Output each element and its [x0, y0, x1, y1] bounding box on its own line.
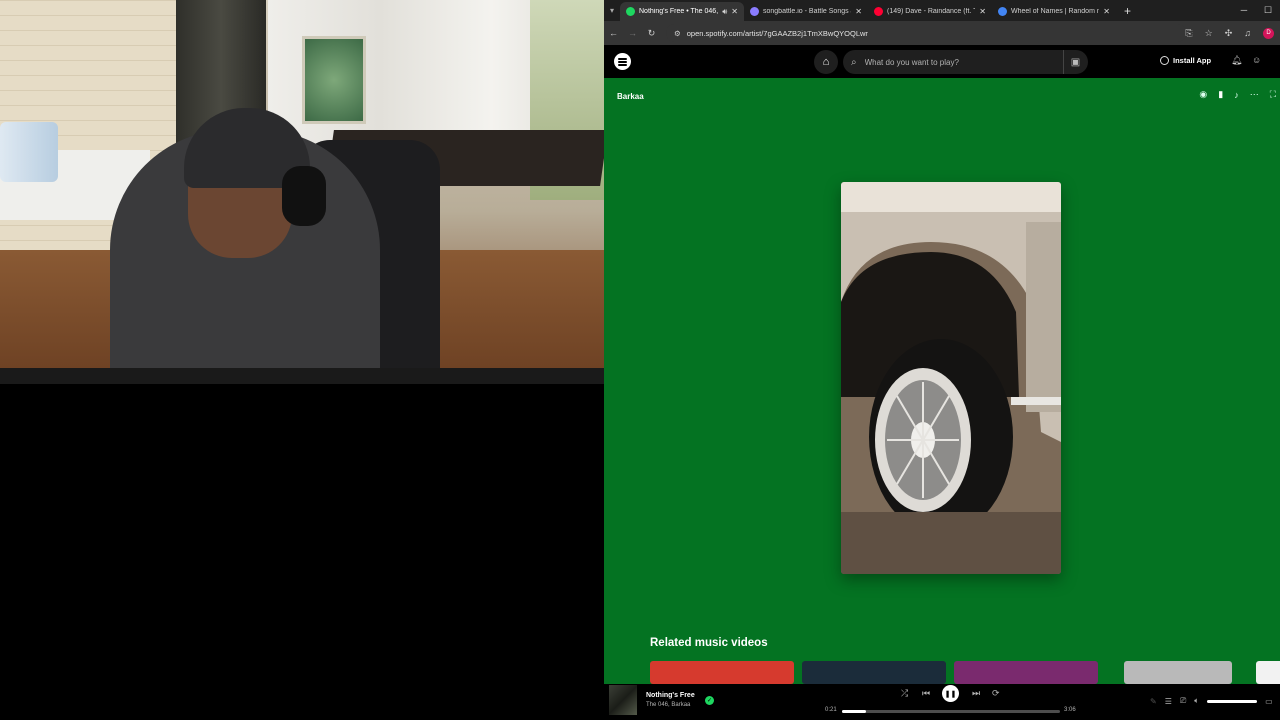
related-video-thumbnail[interactable]	[650, 661, 794, 684]
home-icon[interactable]: ⌂	[814, 50, 838, 74]
previous-icon[interactable]: ⏮︎	[922, 688, 930, 699]
maximize-icon[interactable]: ☐	[1256, 0, 1280, 21]
album-art[interactable]	[609, 685, 637, 715]
bell-icon[interactable]: 🔔︎	[1231, 55, 1242, 66]
tab-title: Nothing's Free • The 046, B	[639, 8, 719, 15]
screen: ▾ Nothing's Free • The 046, B 🔊︎ ✕ songb…	[0, 0, 1280, 720]
tab-title: Wheel of Names | Random nam	[1011, 8, 1100, 15]
next-icon[interactable]: ⏭︎	[972, 688, 980, 699]
search-icon: ⌕	[851, 56, 857, 68]
install-app-icon[interactable]: ⎘	[1185, 28, 1192, 39]
close-tab-icon[interactable]: ✕	[979, 7, 986, 16]
related-video-thumbnail[interactable]	[802, 661, 946, 684]
media-control-icon[interactable]: ♫	[1244, 28, 1251, 38]
tab-spotify[interactable]: Nothing's Free • The 046, B 🔊︎ ✕	[620, 2, 744, 21]
site-info-icon[interactable]: ⚙︎	[674, 29, 681, 38]
canvas-video[interactable]	[841, 182, 1061, 574]
artist-name[interactable]: Barkaa	[617, 92, 644, 101]
spotify-top-bar: ⌂ ⌕ ▣ Install App 🔔︎ ☺	[604, 45, 1280, 78]
plus-icon[interactable]: +	[1116, 4, 1139, 18]
forward-icon[interactable]: →	[623, 28, 642, 38]
lyrics-mic-icon[interactable]: ✎	[1150, 697, 1157, 706]
window-controls: ─ ☐	[1232, 0, 1280, 21]
spotify-logo-icon[interactable]	[614, 53, 631, 70]
browser-window: ▾ Nothing's Free • The 046, B 🔊︎ ✕ songb…	[604, 0, 1280, 720]
extensions-icon[interactable]: ✣	[1225, 28, 1233, 39]
reload-icon[interactable]: ↻	[642, 28, 661, 39]
repeat-icon[interactable]: ⟳	[992, 688, 1000, 699]
extra-controls: ✎ ☰ ⎚ 🔈︎ ▭	[1150, 696, 1273, 706]
url-field[interactable]: ⚙︎ open.spotify.com/artist/7gGAAZB2j1TmX…	[666, 24, 1186, 42]
shuffle-icon[interactable]: ⤮	[901, 688, 908, 699]
address-bar: ← → ↻ ⚙︎ open.spotify.com/artist/7gGAAZB…	[604, 21, 1280, 45]
volume-slider[interactable]	[1207, 699, 1258, 703]
back-icon[interactable]: ←	[604, 28, 623, 38]
toolbar-actions: ⎘ ☆ ✣ ♫ D	[1185, 21, 1274, 45]
tab-search-icon[interactable]: ▾	[604, 0, 620, 21]
fullscreen-icon[interactable]: ⛶	[1270, 89, 1276, 100]
player-bar: Nothing's Free The 046, Barkaa ✓ ⤮ ⏮︎ ❚❚…	[604, 684, 1280, 720]
progress-bar[interactable]	[842, 710, 1060, 713]
related-music-videos-heading: Related music videos	[650, 637, 768, 649]
friend-activity-icon[interactable]: ☺	[1252, 55, 1261, 65]
now-playing-icon[interactable]: ◉	[1199, 89, 1207, 100]
search-input[interactable]	[864, 57, 1045, 67]
lowrider-car-image	[841, 182, 1061, 574]
related-video-thumbnail[interactable]	[954, 661, 1098, 684]
install-app-button[interactable]: Install App	[1160, 56, 1211, 65]
related-videos-row	[650, 661, 1280, 684]
wheel-favicon-icon	[998, 7, 1007, 16]
lyrics-icon[interactable]: ▮	[1218, 89, 1223, 100]
track-title[interactable]: Nothing's Free	[646, 692, 695, 699]
install-app-label: Install App	[1173, 56, 1212, 65]
speaker-icon[interactable]: 🔊︎	[722, 7, 727, 17]
webcam-feed	[0, 0, 604, 384]
queue-icon[interactable]: ☰	[1165, 697, 1172, 706]
tab-wheel-of-names[interactable]: Wheel of Names | Random nam ✕	[992, 2, 1116, 21]
volume-icon[interactable]: 🔈︎	[1194, 696, 1199, 706]
connect-device-icon[interactable]: ⎚	[1180, 696, 1186, 706]
saved-check-icon[interactable]: ✓	[705, 696, 714, 705]
tab-youtube[interactable]: (149) Dave - Raindance (ft. Tem ✕	[868, 2, 992, 21]
view-controls: ◉ ▮ ♪ ⋯ ⛶	[1199, 89, 1276, 100]
tab-title: songbattle.io - Battle Songs ag	[763, 8, 852, 15]
track-artists[interactable]: The 046, Barkaa	[646, 702, 690, 708]
headphones	[282, 166, 326, 226]
now-playing-view: Barkaa ◉ ▮ ♪ ⋯ ⛶ Related music videos	[604, 78, 1280, 684]
tab-songbattle[interactable]: songbattle.io - Battle Songs ag ✕	[744, 2, 868, 21]
related-video-thumbnail[interactable]	[1256, 661, 1280, 684]
search-bar[interactable]: ⌕	[843, 50, 1088, 74]
close-tab-icon[interactable]: ✕	[731, 7, 738, 16]
artist-icon[interactable]: ♪	[1234, 90, 1239, 100]
download-icon	[1160, 56, 1169, 65]
url-text: open.spotify.com/artist/7gGAAZB2j1TmXBwQ…	[686, 28, 868, 38]
profile-avatar[interactable]: D	[1263, 27, 1274, 39]
minimize-icon[interactable]: ─	[1232, 0, 1256, 21]
elapsed-time: 0:21	[825, 707, 837, 713]
wall-painting	[302, 36, 366, 124]
related-video-thumbnail[interactable]	[1124, 661, 1232, 684]
songbattle-favicon-icon	[750, 7, 759, 16]
miniplayer-icon[interactable]: ▭	[1265, 697, 1273, 706]
youtube-favicon-icon	[874, 7, 883, 16]
bookmark-star-icon[interactable]: ☆	[1205, 28, 1213, 39]
more-options-icon[interactable]: ⋯	[1250, 89, 1259, 100]
duration-time: 3:06	[1064, 707, 1076, 713]
water-bottles	[0, 122, 58, 182]
progress-fill	[842, 710, 866, 713]
monitor-edge	[0, 368, 604, 384]
play-pause-button[interactable]: ❚❚	[942, 685, 959, 702]
close-tab-icon[interactable]: ✕	[855, 7, 862, 16]
close-tab-icon[interactable]: ✕	[1103, 7, 1110, 16]
tab-strip: ▾ Nothing's Free • The 046, B 🔊︎ ✕ songb…	[604, 0, 1280, 21]
browse-icon[interactable]: ▣	[1063, 50, 1087, 74]
tab-title: (149) Dave - Raindance (ft. Tem	[887, 8, 975, 15]
spotify-favicon-icon	[626, 7, 635, 16]
